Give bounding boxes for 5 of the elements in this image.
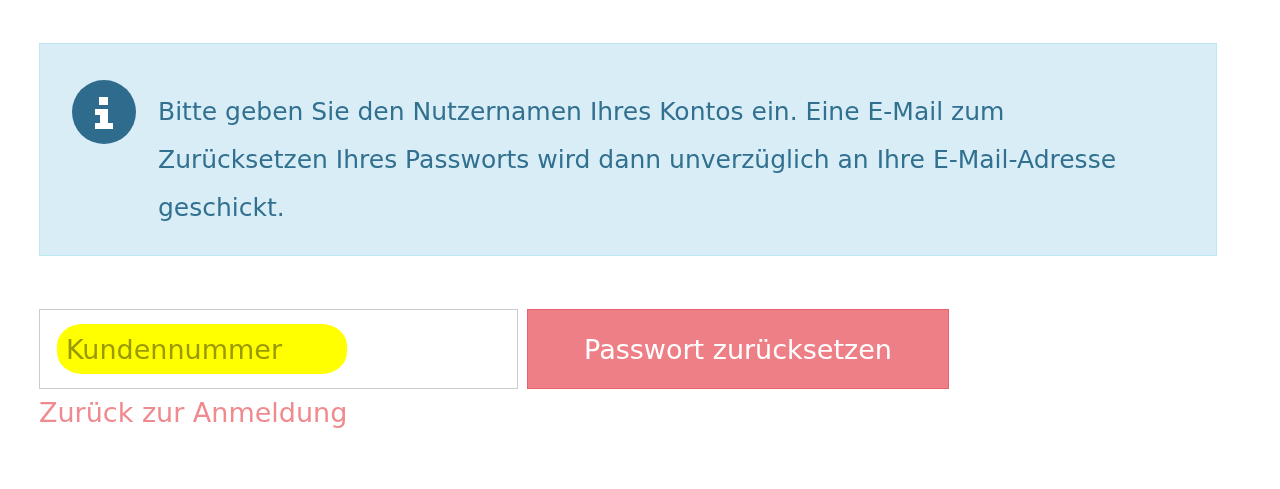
customer-number-field[interactable]: Kundennummer xyxy=(39,309,518,389)
reset-password-button[interactable]: Passwort zurücksetzen xyxy=(527,309,949,389)
info-message: Bitte geben Sie den Nutzernamen Ihres Kontos ein. Eine E-Mail zum Zurücksetzen Ihres Passworts wird dann unverzüglich an Ihre E-Mail-Adresse geschickt. xyxy=(158,96,1118,224)
info-icon xyxy=(72,80,136,144)
back-to-login-link[interactable]: Zurück zur Anmeldung xyxy=(39,397,348,428)
